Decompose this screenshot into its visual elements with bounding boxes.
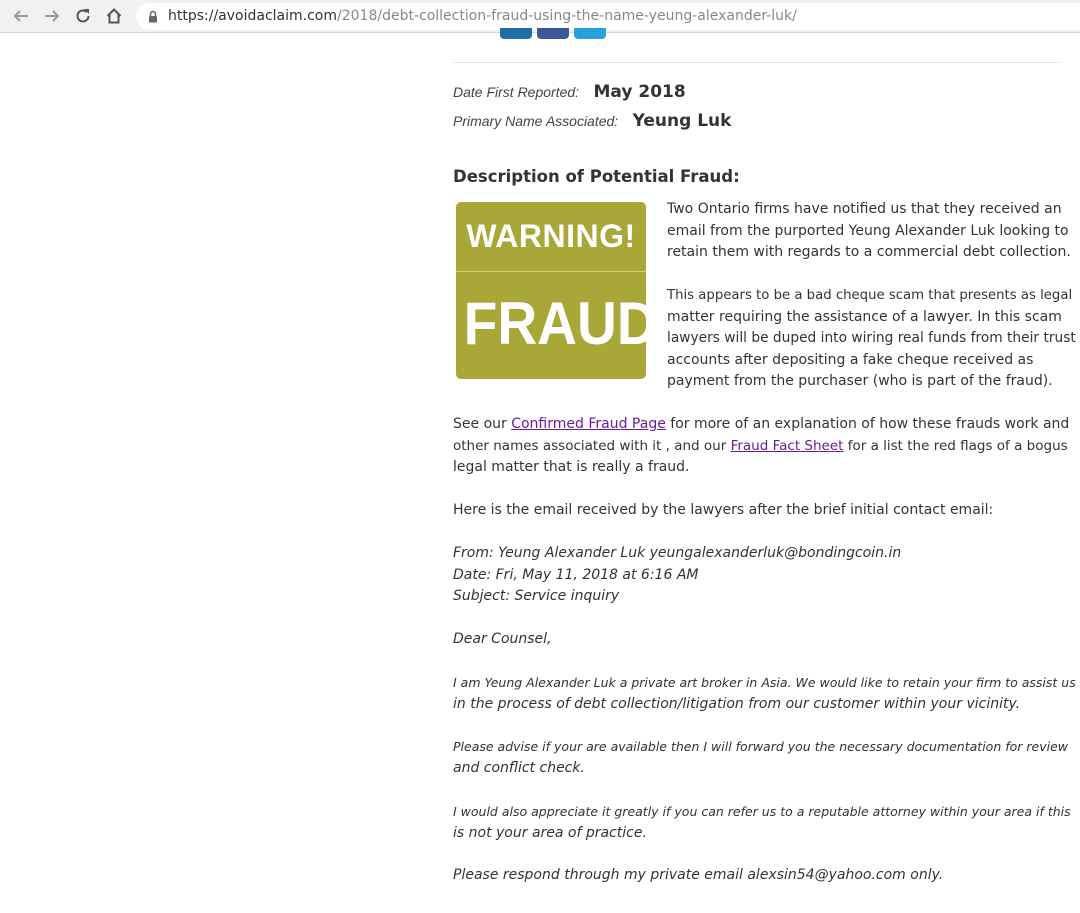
text-line: lawyers will be duped into wiring real f… xyxy=(667,330,1076,346)
date-reported-label: Date First Reported: xyxy=(453,84,580,100)
fraud-image-text: FRAUD xyxy=(463,290,657,357)
twitter-share-button[interactable] xyxy=(574,28,606,39)
back-button[interactable] xyxy=(8,4,34,28)
see-our-paragraph: See our Confirmed Fraud Page for more of… xyxy=(453,414,1078,479)
description-heading: Description of Potential Fraud: xyxy=(453,167,740,186)
fraud-warning-image: WARNING! FRAUD xyxy=(456,202,657,379)
scam-paragraph: This appears to be a bad cheque scam tha… xyxy=(667,285,1077,393)
text-fragment: other names associated with it , and our xyxy=(453,437,731,454)
text-line: This appears to be a bad cheque scam tha… xyxy=(667,288,1073,303)
url-path: /2018/debt-collection-fraud-using-the-na… xyxy=(337,8,797,24)
email-from: From: Yeung Alexander Luk yeungalexander… xyxy=(453,545,902,561)
text-line: I am Yeung Alexander Luk a private art b… xyxy=(453,675,1076,690)
lock-icon xyxy=(149,10,157,23)
text-line: payment from the purchaser (who is part … xyxy=(667,373,1053,389)
text-line: Here is the email received by the lawyer… xyxy=(453,502,994,518)
warning-image-rule xyxy=(456,271,646,272)
url-host: https://avoidaclaim.com xyxy=(168,8,338,24)
text-fragment: for a list the red flags of a bogus xyxy=(843,437,1068,454)
email-date: Date: Fri, May 11, 2018 at 6:16 AM xyxy=(453,566,699,583)
text-line: accounts after depositing a fake cheque … xyxy=(667,351,1034,368)
intro-paragraph: Two Ontario firms have notified us that … xyxy=(667,199,1077,264)
text-line: Dear Counsel, xyxy=(453,631,552,647)
text-fragment: See our xyxy=(453,416,512,432)
text-line: is not your area of practice. xyxy=(453,824,647,841)
text-line: Please advise if your are available then… xyxy=(453,739,1068,754)
facebook-share-button[interactable] xyxy=(537,28,569,39)
divider xyxy=(453,62,1060,63)
email-paragraph-4: Please respond through my private email … xyxy=(453,865,1078,887)
arrow-right-icon xyxy=(45,10,60,22)
primary-name-row: Primary Name Associated: Yeung Luk xyxy=(453,111,731,131)
text-line: email from the purported Yeung Alexander… xyxy=(667,222,1069,239)
reload-button[interactable] xyxy=(70,4,96,28)
reload-icon xyxy=(76,9,90,23)
email-headers: From: Yeung Alexander Luk yeungalexander… xyxy=(453,543,1078,608)
address-bar[interactable]: https://avoidaclaim.com/2018/debt-collec… xyxy=(136,3,1080,30)
primary-name-value: Yeung Luk xyxy=(632,111,732,131)
arrow-left-icon xyxy=(13,10,28,22)
email-paragraph-2: Please advise if your are available then… xyxy=(453,736,1078,779)
text-line: other names associated with it , and our… xyxy=(453,436,1078,458)
date-reported-row: Date First Reported: May 2018 xyxy=(453,82,686,102)
text-fragment: for more of an explanation of how these … xyxy=(665,416,1070,432)
primary-name-label: Primary Name Associated: xyxy=(453,113,619,129)
text-line: and conflict check. xyxy=(453,759,585,776)
warning-image-text: WARNING! xyxy=(466,218,636,254)
home-button[interactable] xyxy=(101,4,127,28)
email-intro: Here is the email received by the lawyer… xyxy=(453,500,1078,522)
text-line: legal matter that is really a fraud. xyxy=(453,459,690,475)
text-line: retain them with regards to a commercial… xyxy=(667,244,1071,260)
text-line: Two Ontario firms have notified us that … xyxy=(667,201,1062,217)
text-line: Please respond through my private email … xyxy=(453,867,944,883)
email-subject: Subject: Service inquiry xyxy=(453,588,620,604)
email-paragraph-1: I am Yeung Alexander Luk a private art b… xyxy=(453,672,1078,715)
url-text: https://avoidaclaim.com/2018/debt-collec… xyxy=(168,8,797,24)
text-line: I would also appreciate it greatly if yo… xyxy=(453,804,1071,819)
home-icon xyxy=(106,8,122,24)
email-greeting: Dear Counsel, xyxy=(453,629,1078,651)
date-reported-value: May 2018 xyxy=(593,82,686,102)
fraud-fact-sheet-link[interactable]: Fraud Fact Sheet xyxy=(731,438,844,454)
forward-button[interactable] xyxy=(39,4,65,28)
text-line: in the process of debt collection/litiga… xyxy=(453,695,1021,712)
linkedin-share-button[interactable] xyxy=(500,28,532,39)
text-line: matter requiring the assistance of a law… xyxy=(667,308,1062,325)
text-line: See our Confirmed Fraud Page for more of… xyxy=(453,414,1078,436)
confirmed-fraud-page-link[interactable]: Confirmed Fraud Page xyxy=(511,416,666,432)
email-paragraph-3: I would also appreciate it greatly if yo… xyxy=(453,801,1078,844)
